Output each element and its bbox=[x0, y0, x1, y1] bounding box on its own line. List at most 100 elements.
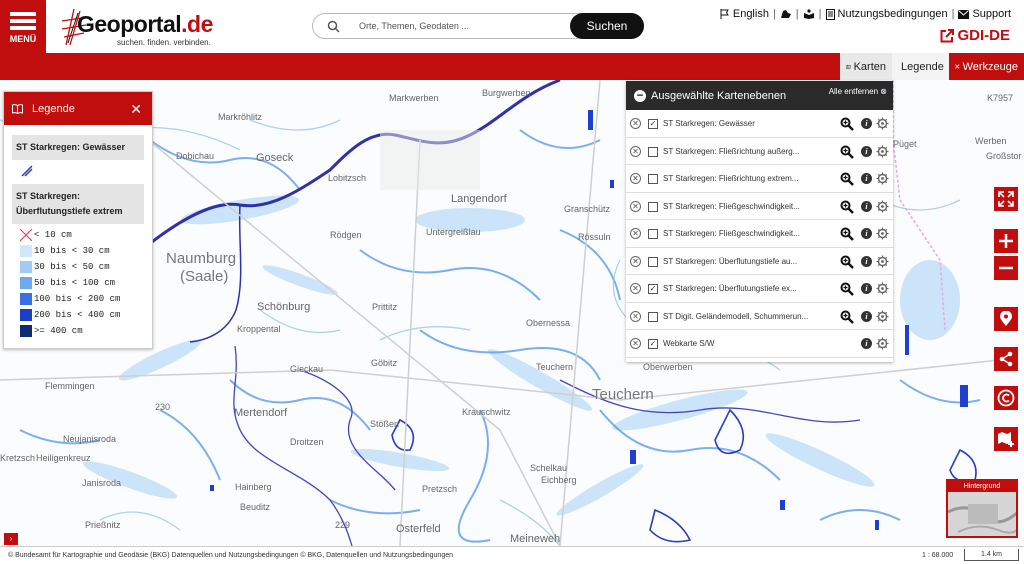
zoom-to-layer-icon[interactable] bbox=[840, 255, 854, 269]
color-swatch bbox=[20, 309, 32, 321]
info-icon[interactable]: i bbox=[861, 145, 872, 157]
place-label: Oberwerben bbox=[643, 362, 693, 372]
collapse-icon[interactable]: − bbox=[634, 89, 646, 102]
legend-class: 10 bis < 30 cm bbox=[20, 243, 152, 259]
tab-werkzeuge[interactable]: Werkzeuge bbox=[949, 53, 1024, 80]
locate-button[interactable] bbox=[994, 307, 1018, 331]
english-link[interactable]: English bbox=[720, 8, 769, 20]
zoom-to-layer-icon[interactable] bbox=[840, 227, 854, 241]
settings-gear-icon[interactable] bbox=[876, 310, 889, 323]
link-separator: | bbox=[951, 8, 955, 20]
info-icon[interactable]: i bbox=[861, 338, 872, 349]
zoom-to-layer-icon[interactable] bbox=[840, 117, 854, 131]
info-icon[interactable]: i bbox=[861, 173, 872, 184]
remove-layer-icon[interactable]: ✕ bbox=[630, 255, 641, 267]
search-button[interactable]: Suchen bbox=[570, 13, 644, 39]
info-icon[interactable]: i bbox=[861, 228, 872, 239]
zoom-to-layer-icon[interactable] bbox=[840, 172, 854, 186]
info-icon[interactable]: i bbox=[861, 118, 872, 129]
close-icon[interactable]: ✕ bbox=[130, 101, 142, 118]
settings-gear-icon[interactable] bbox=[876, 227, 889, 240]
info-icon[interactable]: i bbox=[861, 283, 872, 294]
layer-visibility-checkbox[interactable]: ✓ bbox=[648, 339, 658, 349]
color-swatch bbox=[20, 277, 32, 289]
place-label: Burgwerben bbox=[482, 88, 531, 98]
share-button[interactable] bbox=[994, 347, 1018, 371]
copyright-icon bbox=[997, 389, 1015, 407]
place-label: Werben bbox=[975, 136, 1007, 146]
zoom-in-button[interactable] bbox=[994, 229, 1018, 253]
place-label: Schönburg bbox=[257, 301, 311, 313]
legend-class: 200 bis < 400 cm bbox=[20, 307, 152, 323]
remove-layer-icon[interactable]: ✕ bbox=[630, 118, 641, 129]
menu-button[interactable]: MENÜ bbox=[0, 0, 46, 53]
layer-name: ST Starkregen: Fließrichtung extrem... bbox=[663, 174, 799, 183]
settings-gear-icon[interactable] bbox=[876, 117, 889, 130]
settings-gear-icon[interactable] bbox=[876, 145, 889, 158]
layer-visibility-checkbox[interactable]: ✓ bbox=[648, 284, 658, 294]
easy-language-link[interactable] bbox=[803, 9, 815, 19]
zoom-out-button[interactable] bbox=[994, 256, 1018, 280]
attribution-text[interactable]: © Bundesamt für Kartographie und Geodäsi… bbox=[8, 552, 453, 559]
remove-all-button[interactable]: Alle entfernen ⊗ bbox=[829, 87, 887, 96]
geoportal-logo[interactable]: Geoportal.de suchen. finden. verbinden. bbox=[60, 7, 213, 49]
legend-class-label: 10 bis < 30 cm bbox=[34, 246, 110, 256]
info-icon[interactable]: i bbox=[861, 255, 872, 267]
place-label: Schelkau bbox=[530, 463, 568, 473]
layer-visibility-checkbox[interactable] bbox=[648, 229, 658, 239]
remove-layer-icon[interactable]: ✕ bbox=[630, 310, 641, 322]
remove-layer-icon[interactable]: ✕ bbox=[630, 145, 641, 157]
remove-layer-icon[interactable]: ✕ bbox=[630, 173, 641, 184]
remove-layer-icon[interactable]: ✕ bbox=[630, 228, 641, 239]
fullscreen-button[interactable] bbox=[994, 187, 1018, 211]
info-icon[interactable]: i bbox=[861, 200, 872, 212]
tab-karten[interactable]: Karten bbox=[840, 53, 892, 80]
layer-name: ST Starkregen: Fließgeschwindigkeit... bbox=[663, 229, 800, 238]
top-links: English | | | Nutzungsbedingungen | Supp… bbox=[720, 8, 1011, 20]
copyright-button[interactable] bbox=[994, 386, 1018, 410]
map-icon bbox=[846, 64, 851, 69]
settings-gear-icon[interactable] bbox=[876, 255, 889, 268]
info-icon[interactable]: i bbox=[861, 310, 872, 322]
zoom-to-layer-icon[interactable] bbox=[840, 200, 854, 214]
settings-gear-icon[interactable] bbox=[876, 200, 889, 213]
legend-class-label: 30 bis < 50 cm bbox=[34, 262, 110, 272]
place-label: 230 bbox=[155, 402, 171, 412]
layer-row: ✕ ST Starkregen: Fließgeschwindigkeit... i bbox=[626, 193, 893, 220]
menu-label: MENÜ bbox=[9, 34, 37, 44]
tab-legende[interactable]: Legende bbox=[892, 53, 949, 80]
settings-gear-icon[interactable] bbox=[876, 337, 889, 350]
layers-header: − Ausgewählte Kartenebenen Alle entferne… bbox=[626, 81, 893, 110]
zoom-to-layer-icon[interactable] bbox=[840, 145, 854, 159]
color-swatch bbox=[20, 325, 32, 337]
search-input[interactable] bbox=[359, 17, 559, 35]
layer-visibility-checkbox[interactable] bbox=[648, 174, 658, 184]
gdi-de-link[interactable]: GDI-DE bbox=[940, 27, 1010, 44]
hamburger-icon bbox=[10, 9, 36, 33]
layer-visibility-checkbox[interactable]: ✓ bbox=[648, 119, 658, 129]
remove-layer-icon[interactable]: ✕ bbox=[630, 338, 641, 349]
zoom-to-layer-icon[interactable] bbox=[840, 310, 854, 324]
layer-visibility-checkbox[interactable] bbox=[648, 256, 658, 267]
layer-visibility-checkbox[interactable] bbox=[648, 201, 658, 212]
sign-language-link[interactable] bbox=[780, 9, 792, 19]
no-fill-swatch-icon bbox=[20, 229, 32, 241]
place-label: Markwerben bbox=[389, 93, 439, 103]
settings-gear-icon[interactable] bbox=[876, 172, 889, 185]
scale-bar: 1.4 km bbox=[964, 549, 1019, 561]
expand-panel-button[interactable]: › bbox=[4, 533, 18, 545]
legend-class: < 10 cm bbox=[20, 227, 152, 243]
settings-gear-icon[interactable] bbox=[876, 282, 889, 295]
terms-link[interactable]: Nutzungsbedingungen bbox=[825, 8, 948, 20]
layer-visibility-checkbox[interactable] bbox=[648, 146, 658, 157]
layer-visibility-checkbox[interactable] bbox=[648, 311, 658, 322]
support-link[interactable]: Support bbox=[958, 8, 1011, 20]
add-map-button[interactable] bbox=[994, 427, 1018, 451]
remove-layer-icon[interactable]: ✕ bbox=[630, 200, 641, 212]
layer-row: ✕ ✓ ST Starkregen: Gewässer i bbox=[626, 110, 893, 138]
remove-layer-icon[interactable]: ✕ bbox=[630, 283, 641, 294]
place-label: Granschütz bbox=[564, 204, 611, 214]
zoom-to-layer-icon[interactable] bbox=[840, 282, 854, 296]
overview-map[interactable]: Hintergrund bbox=[946, 479, 1018, 538]
place-label: Großstor bbox=[986, 151, 1022, 161]
